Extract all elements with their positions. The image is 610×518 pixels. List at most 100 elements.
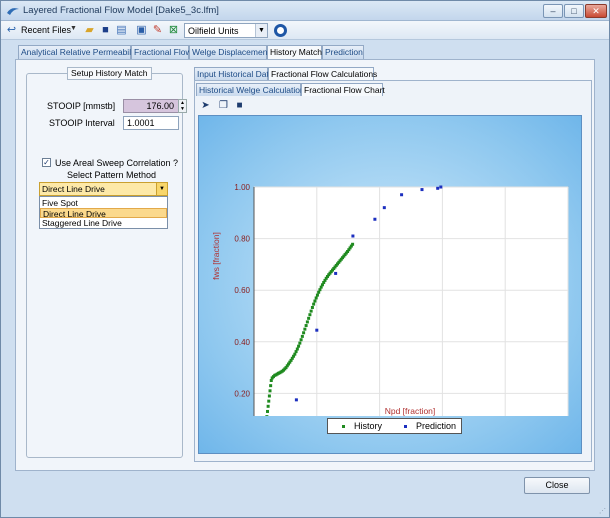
- save-icon[interactable]: ■: [99, 24, 112, 37]
- maximize-button[interactable]: □: [564, 4, 584, 18]
- y-axis-label: fws [fraction]: [211, 232, 221, 280]
- y-tick-label: 0.60: [234, 286, 250, 295]
- prediction-point: [439, 185, 443, 189]
- history-point: [293, 352, 297, 356]
- monitor-icon[interactable]: ▣: [135, 24, 148, 37]
- prediction-point: [315, 328, 319, 332]
- history-point: [303, 327, 307, 331]
- history-point: [300, 334, 304, 338]
- chevron-down-icon[interactable]: ▼: [70, 25, 77, 32]
- pattern-option-five-spot[interactable]: Five Spot: [40, 198, 167, 208]
- pointer-icon[interactable]: ➤: [200, 100, 211, 111]
- tab-fractional-flow[interactable]: Fractional Flow: [131, 45, 192, 59]
- pattern-option-staggered-line-drive[interactable]: Staggered Line Drive: [40, 218, 167, 228]
- y-tick-label: 0.80: [234, 235, 250, 244]
- prediction-point: [294, 398, 298, 402]
- title-bar: Layered Fractional Flow Model [Dake5_3c.…: [1, 1, 609, 21]
- stooip-interval-label: STOOIP Interval: [49, 118, 115, 128]
- history-point: [268, 389, 272, 393]
- x-axis-label: Npd [fraction]: [385, 406, 436, 416]
- minimize-button[interactable]: –: [543, 4, 563, 18]
- legend-prediction-marker: [404, 425, 407, 428]
- legend-prediction-label: Prediction: [416, 421, 457, 431]
- stooip-spinner[interactable]: ▲ ▼: [178, 99, 187, 113]
- history-point: [317, 290, 321, 294]
- history-point: [304, 324, 308, 328]
- chevron-down-icon[interactable]: ▼: [156, 182, 168, 196]
- tab-welge-displacement[interactable]: Welge Displacement: [189, 45, 270, 59]
- tab-analytical-relative-permeability[interactable]: Analytical Relative Permeability: [18, 45, 140, 59]
- prediction-point: [420, 188, 424, 192]
- tab-input-historical-data[interactable]: Input Historical Data: [194, 67, 274, 80]
- tab-historical-welge-calculations[interactable]: Historical Welge Calculations: [196, 83, 309, 96]
- tab-fractional-flow-chart[interactable]: Fractional Flow Chart: [301, 83, 385, 96]
- save-icon[interactable]: ■: [234, 100, 245, 111]
- close-button[interactable]: Close: [524, 477, 590, 494]
- tab-prediction[interactable]: Prediction: [322, 45, 364, 59]
- history-point: [315, 293, 319, 297]
- units-dropdown[interactable]: Oilfield Units ▼: [184, 23, 268, 38]
- plot-area: [253, 186, 569, 416]
- history-point: [351, 242, 355, 246]
- history-point: [265, 415, 269, 416]
- recent-files-icon[interactable]: ↩: [5, 24, 18, 37]
- copy-icon[interactable]: ❐: [218, 100, 229, 111]
- history-point: [314, 296, 318, 300]
- history-point: [299, 338, 303, 342]
- recent-files-menu[interactable]: Recent Files: [21, 25, 71, 35]
- history-point: [305, 320, 309, 324]
- prediction-point: [351, 234, 355, 238]
- areal-sweep-checkbox[interactable]: ✓: [42, 158, 51, 167]
- pattern-option-direct-line-drive[interactable]: Direct Line Drive: [40, 208, 167, 219]
- tab-history-match[interactable]: History Match: [267, 45, 322, 60]
- prediction-point: [436, 186, 440, 190]
- history-point: [307, 316, 311, 320]
- stooip-interval-input[interactable]: 1.0001: [123, 116, 179, 130]
- history-point: [267, 394, 271, 398]
- chart-svg: 0.000.200.400.600.801.000.000.200.400.60…: [211, 183, 569, 416]
- chevron-down-icon: ▼: [255, 24, 267, 37]
- history-point: [298, 341, 302, 345]
- history-point: [266, 404, 270, 408]
- tab-fractional-flow-calculations[interactable]: Fractional Flow Calculations: [268, 67, 377, 80]
- history-point: [309, 309, 313, 313]
- pattern-method-label: Select Pattern Method: [67, 170, 157, 180]
- history-point: [318, 288, 322, 292]
- history-point: [295, 347, 299, 351]
- pdf-icon[interactable]: ✎: [151, 24, 164, 37]
- history-point: [269, 384, 273, 388]
- prediction-point: [400, 193, 404, 197]
- document-icon[interactable]: ▤: [115, 24, 128, 37]
- y-tick-label: 1.00: [234, 183, 250, 192]
- chart-grid: [253, 186, 569, 416]
- history-point: [313, 299, 317, 303]
- main-toolbar: ↩ Recent Files ▼ ▰ ■ ▤ ▣ ✎ ⊠ Oilfield Un…: [1, 21, 609, 40]
- excel-icon[interactable]: ⊠: [167, 24, 180, 37]
- history-point: [269, 379, 273, 382]
- pattern-method-dropdown[interactable]: Direct Line Drive: [39, 182, 168, 196]
- fractional-flow-chart: 0.000.200.400.600.801.000.000.200.400.60…: [198, 115, 582, 454]
- close-window-button[interactable]: ✕: [585, 4, 607, 18]
- history-point: [302, 331, 306, 335]
- units-value: Oilfield Units: [188, 26, 239, 36]
- history-point: [297, 344, 301, 348]
- setup-history-match-group: Setup History Match STOOIP [mmstb] 176.0…: [26, 67, 187, 458]
- legend-history-marker: [342, 425, 345, 428]
- history-point: [312, 302, 316, 306]
- history-point: [294, 350, 298, 354]
- chart-toolbar: ➤ ❐ ■: [196, 99, 586, 114]
- settings-icon[interactable]: [274, 24, 287, 37]
- stooip-input[interactable]: 176.00: [123, 99, 179, 113]
- resize-grip-icon[interactable]: ⋰: [599, 507, 607, 515]
- y-tick-label: 0.20: [234, 389, 250, 398]
- chart-legend: History Prediction: [327, 418, 462, 434]
- open-folder-icon[interactable]: ▰: [83, 24, 96, 37]
- history-point: [308, 313, 312, 317]
- app-logo-icon: [7, 8, 19, 15]
- window-title: Layered Fractional Flow Model [Dake5_3c.…: [23, 5, 219, 16]
- group-title: Setup History Match: [67, 67, 152, 80]
- legend-history-label: History: [354, 421, 383, 431]
- history-point: [267, 399, 271, 403]
- history-point: [310, 305, 314, 309]
- stooip-label: STOOIP [mmstb]: [47, 101, 116, 111]
